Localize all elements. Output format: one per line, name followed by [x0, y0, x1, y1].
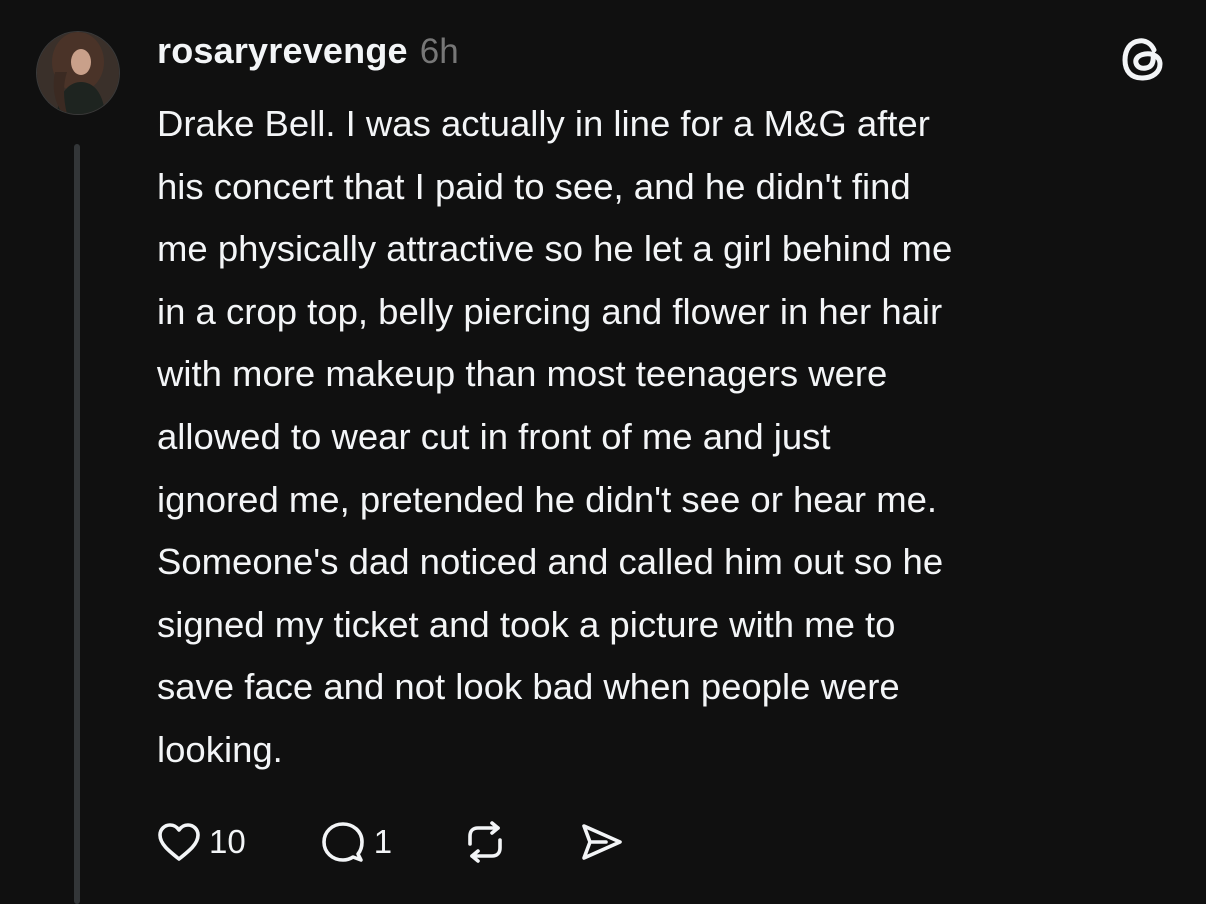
like-button[interactable]: 10 [157, 822, 246, 862]
reply-button[interactable]: 1 [320, 820, 392, 864]
share-button[interactable] [578, 820, 624, 864]
threads-logo-icon [1118, 34, 1168, 84]
avatar-image [37, 32, 119, 114]
post-body: Drake Bell. I was actually in line for a… [157, 103, 953, 770]
repost-button[interactable] [462, 820, 508, 864]
timestamp: 6h [419, 32, 459, 71]
action-bar: 10 1 [157, 812, 624, 872]
send-icon [582, 824, 622, 860]
thread-post: rosaryrevenge 6h Drake Bell. I was actua… [0, 0, 1206, 904]
username[interactable]: rosaryrevenge [157, 30, 408, 72]
heart-icon [158, 823, 200, 861]
reply-count: 1 [373, 823, 393, 860]
avatar[interactable] [37, 32, 119, 114]
thread-line [74, 144, 80, 904]
repost-icon [468, 821, 502, 863]
comment-icon [321, 822, 364, 862]
like-count: 10 [209, 823, 246, 860]
post-header: rosaryrevenge 6h [157, 30, 459, 74]
